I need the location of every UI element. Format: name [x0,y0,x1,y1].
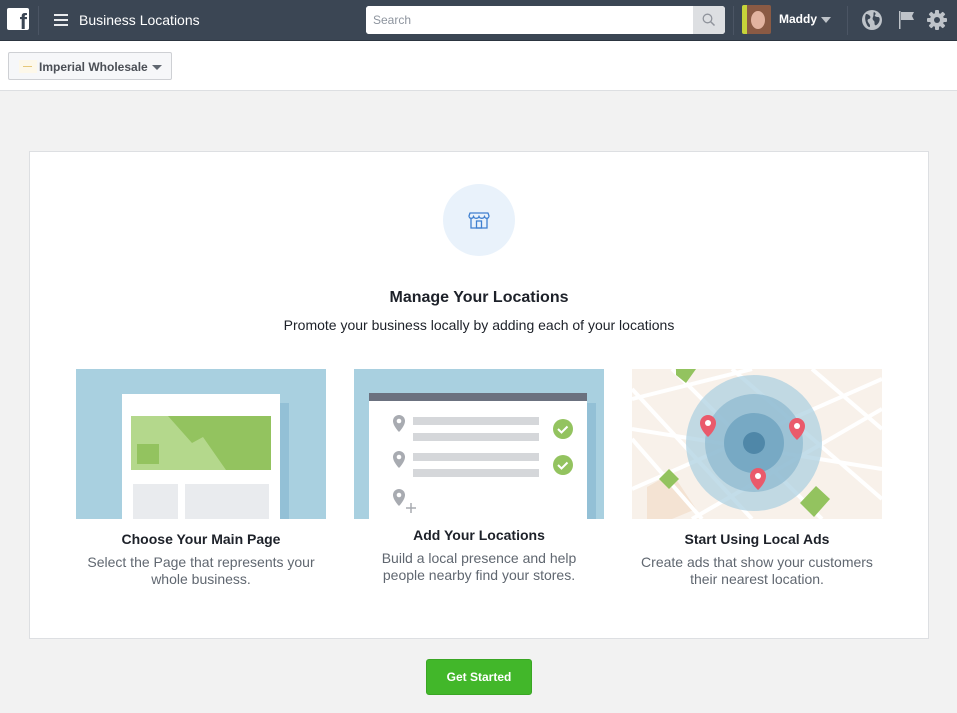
app-title: Business Locations [79,12,200,28]
gear-icon[interactable] [926,9,948,31]
divider [847,6,848,35]
divider [733,6,734,35]
feature-description: Create ads that show your customers thei… [641,554,873,587]
page-subheader: Imperial Wholesale [0,41,957,91]
location-list-illustration [354,369,604,519]
map-radius-illustration [632,369,882,519]
feature-title: Choose Your Main Page [121,531,281,547]
card-subtitle: Promote your business locally by adding … [283,317,675,333]
search-box [366,6,725,34]
feature-description: Build a local presence and help people n… [381,550,577,583]
search-icon [702,13,716,27]
feature-local-ads: Start Using Local Ads Create ads that sh… [632,369,882,588]
get-started-button[interactable]: Get Started [426,659,532,695]
card-title: Manage Your Locations [389,289,569,306]
top-navigation-bar: f Business Locations Maddy [0,0,957,41]
flag-icon[interactable] [896,9,918,31]
hamburger-menu-icon[interactable] [54,14,68,26]
feature-title: Add Your Locations [413,527,545,543]
page-thumbnail [19,60,37,73]
feature-choose-main-page: Choose Your Main Page Select the Page th… [76,369,326,588]
globe-icon[interactable] [861,9,883,31]
caret-down-icon [152,65,162,70]
feature-add-locations: Add Your Locations Build a local presenc… [354,369,604,584]
page-selector-label: Imperial Wholesale [39,60,148,74]
feature-description: Select the Page that represents your who… [87,554,315,587]
page-selector-dropdown[interactable]: Imperial Wholesale [8,52,172,80]
divider [38,6,39,35]
search-button[interactable] [693,6,725,34]
hero-badge [443,184,515,256]
storefront-icon [468,212,490,229]
feature-title: Start Using Local Ads [684,531,830,547]
page-layout-illustration [76,369,326,519]
user-avatar[interactable] [742,5,771,34]
caret-down-icon[interactable] [821,17,831,23]
facebook-logo-icon[interactable]: f [7,8,29,30]
search-input[interactable] [366,6,692,34]
locations-intro-card: Manage Your Locations Promote your busin… [29,151,929,639]
user-name[interactable]: Maddy [779,12,817,26]
